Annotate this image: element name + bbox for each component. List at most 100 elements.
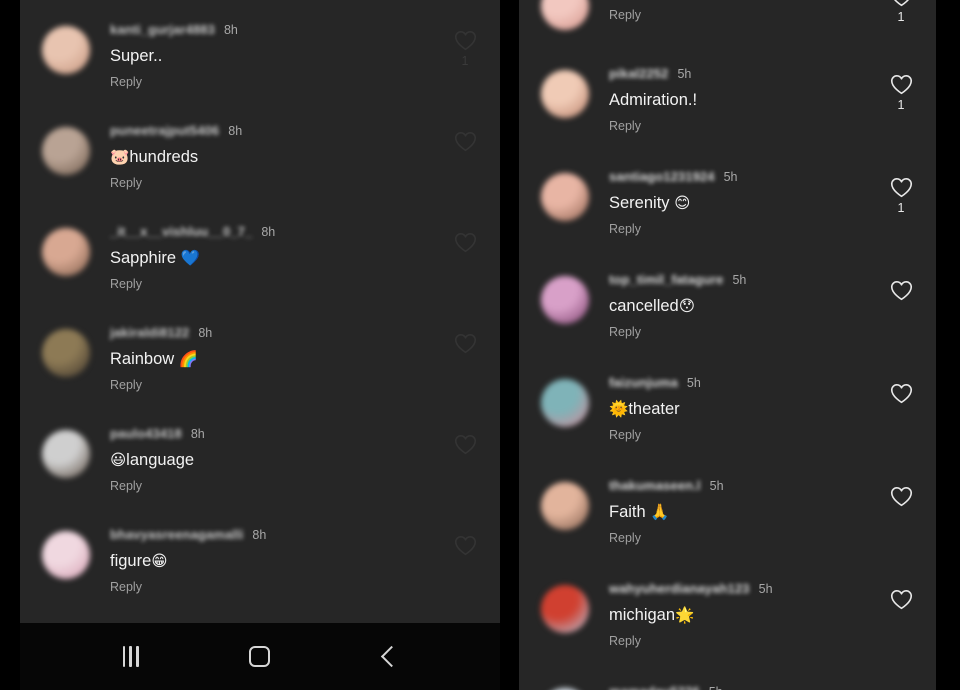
heart-icon[interactable] <box>454 434 477 455</box>
comment-row[interactable]: top_timil_fatagure 5h cancelled😯 Reply <box>519 253 936 356</box>
comment-username[interactable]: mamadau5226 <box>609 684 700 690</box>
avatar[interactable] <box>541 70 589 118</box>
comment-list-foreground[interactable]: Amazed., Reply 1 pikal2252 5h Admiration.! Rep… <box>519 0 936 690</box>
avatar[interactable] <box>541 276 589 324</box>
comment-body: paulo43418 8h 😃language Reply <box>90 426 444 493</box>
avatar[interactable] <box>42 430 90 478</box>
reply-button[interactable]: Reply <box>609 8 874 22</box>
avatar[interactable] <box>42 228 90 276</box>
like-column <box>880 478 922 507</box>
reply-button[interactable]: Reply <box>110 176 438 190</box>
comment-meta: paulo43418 8h <box>110 426 438 443</box>
comment-username[interactable]: wahyuherdianayah123 <box>609 581 750 596</box>
comment-row[interactable]: paulo43418 8h 😃language Reply <box>20 408 500 509</box>
avatar[interactable] <box>42 329 90 377</box>
comment-username[interactable]: jakiraldi8122 <box>110 325 189 340</box>
reply-button[interactable]: Reply <box>110 580 438 594</box>
heart-icon[interactable] <box>890 589 913 610</box>
heart-icon[interactable] <box>454 232 477 253</box>
comment-username[interactable]: paulo43418 <box>110 426 182 441</box>
heart-icon[interactable] <box>890 383 913 404</box>
avatar[interactable] <box>42 531 90 579</box>
reply-button[interactable]: Reply <box>609 531 874 545</box>
comment-timestamp: 8h <box>190 427 205 441</box>
avatar[interactable] <box>541 173 589 221</box>
heart-icon[interactable] <box>890 280 913 301</box>
comment-text: 🐷hundreds <box>110 148 199 166</box>
avatar[interactable] <box>541 585 589 633</box>
like-column <box>444 527 486 556</box>
comment-body: pikal2252 5h Admiration.! Reply <box>589 66 880 133</box>
reply-button[interactable]: Reply <box>609 428 874 442</box>
comment-meta: puneetrajput5406 8h <box>110 123 438 140</box>
comment-row[interactable]: pikal2252 5h Admiration.! Reply 1 <box>519 47 936 150</box>
reply-button[interactable]: Reply <box>609 634 874 648</box>
comment-username[interactable]: kanti_gurjar4883 <box>110 22 215 37</box>
comment-username[interactable]: santiago1231924 <box>609 169 715 184</box>
heart-icon[interactable] <box>890 74 913 95</box>
comment-text: Super.. <box>110 47 163 65</box>
comment-list-background[interactable]: kanti_gurjar4883 8h Super.. Reply 1 puneetraj… <box>20 0 500 610</box>
comment-row[interactable]: wahyuherdianayah123 5h michigan🌟 Reply <box>519 562 936 665</box>
comment-meta: thakumaseen.l 5h <box>609 478 874 495</box>
comment-username[interactable]: thakumaseen.l <box>609 478 701 493</box>
reply-button[interactable]: Reply <box>609 222 874 236</box>
comment-username[interactable]: top_timil_fatagure <box>609 272 723 287</box>
heart-icon[interactable] <box>890 177 913 198</box>
comment-timestamp: 8h <box>198 326 213 340</box>
home-icon <box>249 646 271 667</box>
avatar[interactable] <box>42 127 90 175</box>
comment-row[interactable]: santiago1231924 5h Serenity 😊 Reply 1 <box>519 150 936 253</box>
like-column: 1 <box>880 66 922 112</box>
reply-button[interactable]: Reply <box>110 479 438 493</box>
comment-row[interactable]: thakumaseen.l 5h Faith 🙏 Reply <box>519 459 936 562</box>
avatar[interactable] <box>541 0 589 30</box>
comment-meta: santiago1231924 5h <box>609 169 874 186</box>
recent-apps-button[interactable] <box>103 637 159 677</box>
like-column: 1 <box>880 169 922 215</box>
heart-icon[interactable] <box>890 0 913 7</box>
reply-button[interactable]: Reply <box>110 75 438 89</box>
comment-row[interactable]: kanti_gurjar4883 8h Super.. Reply 1 <box>20 0 500 105</box>
home-button[interactable] <box>232 637 288 677</box>
comment-row[interactable]: bhavyasreenagamalli 8h figure😁 Reply <box>20 509 500 610</box>
avatar-image <box>42 531 90 579</box>
comment-emoji: 🙏 <box>650 503 670 521</box>
comment-username[interactable]: bhavyasreenagamalli <box>110 527 243 542</box>
comment-row[interactable]: _it__x__vishluu__0_7_ 8h Sapphire 💙 Reply <box>20 206 500 307</box>
avatar[interactable] <box>541 482 589 530</box>
comment-row[interactable]: mamadau52265htherapeutic😳Reply <box>519 665 936 690</box>
back-button[interactable] <box>361 637 417 677</box>
comment-meta: _it__x__vishluu__0_7_ 8h <box>110 224 438 241</box>
heart-icon[interactable] <box>890 486 913 507</box>
reply-button[interactable]: Reply <box>609 325 874 339</box>
comments-panel-foreground[interactable]: Amazed., Reply 1 pikal2252 5h Admiration.! Rep… <box>519 0 936 690</box>
comment-meta: pikal2252 5h <box>609 66 874 83</box>
reply-button[interactable]: Reply <box>609 119 874 133</box>
reply-button[interactable]: Reply <box>110 277 438 291</box>
comment-username[interactable]: faizunjuma <box>609 375 678 390</box>
reply-button[interactable]: Reply <box>110 378 438 392</box>
comment-row[interactable]: puneetrajput5406 8h 🐷hundreds Reply <box>20 105 500 206</box>
avatar-image <box>541 70 589 118</box>
heart-icon[interactable] <box>454 535 477 556</box>
comment-body: wahyuherdianayah123 5h michigan🌟 Reply <box>589 581 880 648</box>
comment-username[interactable]: puneetrajput5406 <box>110 123 219 138</box>
avatar[interactable] <box>541 379 589 427</box>
comments-panel-background[interactable]: kanti_gurjar4883 8h Super.. Reply 1 puneetraj… <box>20 0 500 623</box>
android-navigation-bar[interactable] <box>20 623 500 690</box>
comment-body: kanti_gurjar4883 8h Super.. Reply <box>90 22 444 89</box>
heart-icon[interactable] <box>454 333 477 354</box>
comment-row[interactable]: faizunjuma 5h 🌞theater Reply <box>519 356 936 459</box>
comment-meta: top_timil_fatagure 5h <box>609 272 874 289</box>
comment-row[interactable]: Amazed., Reply 1 <box>519 0 936 47</box>
comment-text: Admiration.! <box>609 91 698 109</box>
comment-username[interactable]: pikal2252 <box>609 66 668 81</box>
heart-icon[interactable] <box>454 131 477 152</box>
avatar[interactable] <box>42 26 90 74</box>
comment-username[interactable]: _it__x__vishluu__0_7_ <box>110 224 252 239</box>
heart-icon[interactable] <box>454 30 477 51</box>
comment-body: _it__x__vishluu__0_7_ 8h Sapphire 💙 Reply <box>90 224 444 291</box>
comment-meta: kanti_gurjar4883 8h <box>110 22 438 39</box>
comment-row[interactable]: jakiraldi8122 8h Rainbow 🌈 Reply <box>20 307 500 408</box>
